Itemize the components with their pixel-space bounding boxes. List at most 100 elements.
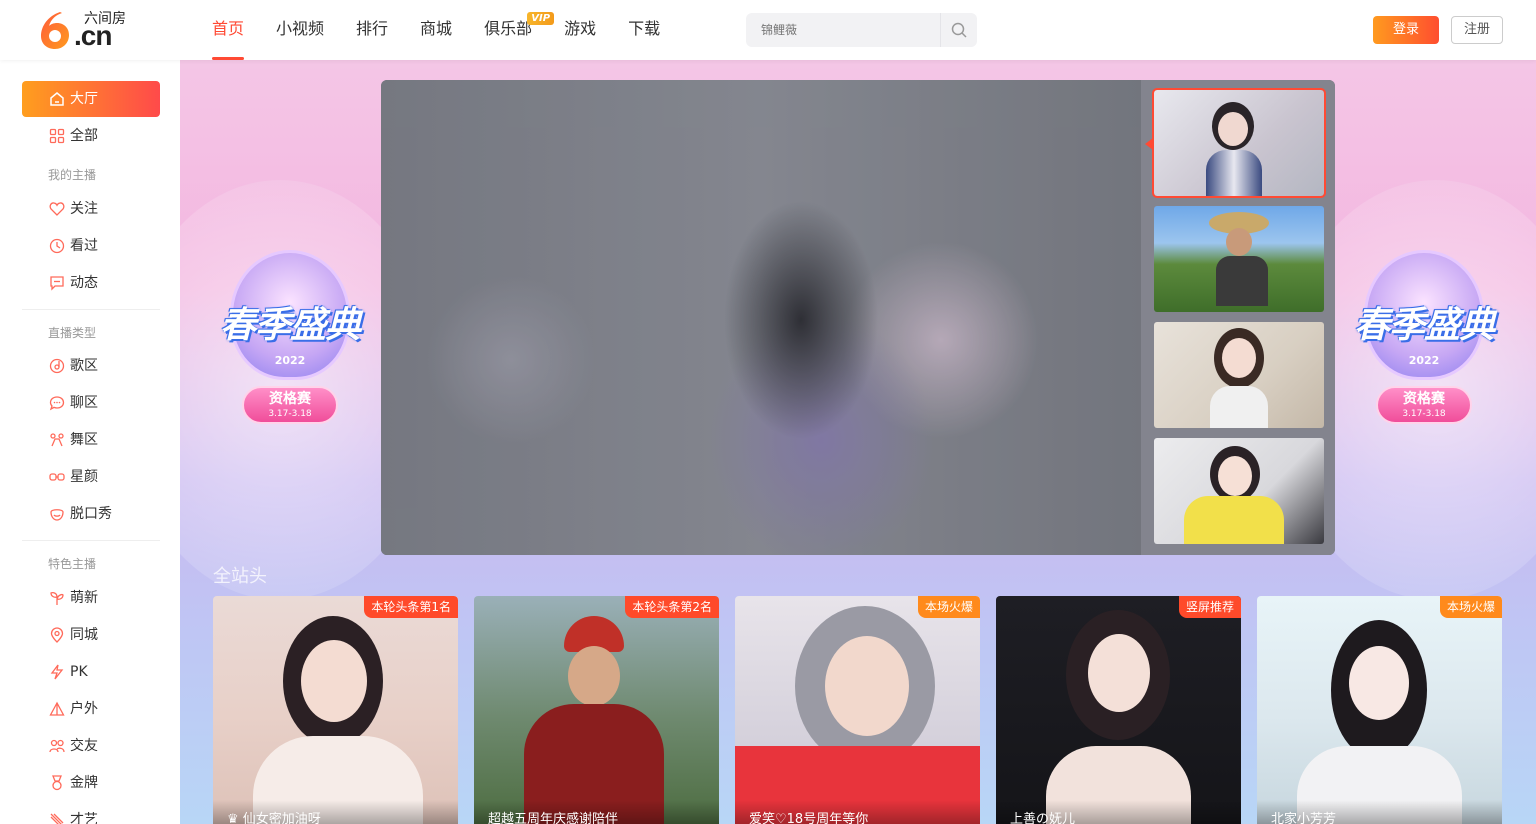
room-card[interactable]: 本场火爆 爱笑♡18号周年等你 xyxy=(735,596,980,824)
nav-club[interactable]: 俱乐部 VIP xyxy=(468,0,555,60)
logo-six-icon xyxy=(41,12,69,49)
thumbnail-face xyxy=(1218,112,1248,146)
sidebar-item-label: 金牌 xyxy=(70,775,98,791)
card-face xyxy=(1088,634,1150,712)
live-video-player[interactable] xyxy=(381,80,1335,555)
sidebar-item-label: 萌新 xyxy=(70,590,98,606)
sidebar-item-beauty[interactable]: 星颜 xyxy=(22,459,160,495)
card-badge: 本轮头条第1名 xyxy=(364,596,458,618)
location-icon xyxy=(50,627,64,643)
event-year: 2022 xyxy=(274,354,306,367)
sidebar-item-label: 才艺 xyxy=(70,812,98,824)
card-face xyxy=(1349,646,1409,720)
sidebar-item-friends[interactable]: 交友 xyxy=(22,728,160,764)
register-button[interactable]: 注册 xyxy=(1451,16,1503,44)
sidebar-item-newbie[interactable]: 萌新 xyxy=(22,580,160,616)
chat-icon xyxy=(49,396,65,411)
site-logo[interactable]: .cn 六间房 xyxy=(38,8,138,52)
event-stage-pill: 资格赛 3.17-3.18 xyxy=(1376,386,1472,424)
login-button[interactable]: 登录 xyxy=(1373,16,1439,44)
card-face xyxy=(568,646,620,706)
player-thumbnail[interactable] xyxy=(1154,206,1324,312)
event-title: 春季盛典 xyxy=(219,305,361,346)
nav-games[interactable]: 游戏 xyxy=(548,0,612,60)
thumbnail-body xyxy=(1184,496,1284,544)
card-face xyxy=(825,636,909,736)
sidebar-item-label: 户外 xyxy=(70,701,98,717)
search-icon xyxy=(951,22,967,38)
card-badge: 本轮头条第2名 xyxy=(625,596,719,618)
nav-home[interactable]: 首页 xyxy=(196,0,260,60)
nav-mall-label: 商城 xyxy=(420,19,453,38)
smile-icon xyxy=(50,509,64,521)
sidebar-item-all[interactable]: 全部 xyxy=(22,118,160,154)
card-streamer-name: 北家小芳芳 xyxy=(1257,800,1502,824)
search-button[interactable] xyxy=(940,13,977,47)
sidebar-item-label: 脱口秀 xyxy=(70,506,112,522)
event-title: 春季盛典 xyxy=(1353,305,1495,346)
video-preview-blurred[interactable] xyxy=(381,80,1141,555)
nav-short-video[interactable]: 小视频 xyxy=(260,0,340,60)
thumbnail-face xyxy=(1218,456,1252,496)
glasses-icon xyxy=(49,473,65,481)
sidebar-item-history[interactable]: 看过 xyxy=(22,228,160,264)
card-streamer-name: ♛ 仙女密加油呀 xyxy=(213,800,458,824)
nav-games-label: 游戏 xyxy=(564,19,597,38)
sidebar-item-feed[interactable]: 动态 xyxy=(22,265,160,301)
card-badge: 竖屏推荐 xyxy=(1178,596,1241,618)
dance-icon xyxy=(50,433,64,447)
sidebar-item-label: 交友 xyxy=(70,738,98,754)
grid-icon xyxy=(49,128,65,144)
room-card[interactable]: 本轮头条第2名 超越五周年庆感谢陪伴 xyxy=(474,596,719,824)
nav-ranking-label: 排行 xyxy=(356,19,389,38)
sidebar-group-title: 我的主播 xyxy=(48,168,97,182)
nav-download[interactable]: 下载 xyxy=(612,0,676,60)
event-banner-right[interactable]: 春季盛典 2022 资格赛 3.17-3.18 xyxy=(1334,240,1514,440)
player-thumbnail[interactable] xyxy=(1154,322,1324,428)
nav-mall[interactable]: 商城 xyxy=(404,0,468,60)
event-stage-pill: 资格赛 3.17-3.18 xyxy=(242,386,338,424)
sidebar-item-follow[interactable]: 关注 xyxy=(22,191,160,227)
room-card[interactable]: 本场火爆 北家小芳芳 xyxy=(1257,596,1502,824)
sidebar-item-pk[interactable]: PK xyxy=(22,654,160,690)
player-thumbnail[interactable] xyxy=(1154,438,1324,544)
player-thumbnail-list xyxy=(1141,80,1335,555)
sidebar-item-talkshow[interactable]: 脱口秀 xyxy=(22,496,160,532)
sidebar-item-label: PK xyxy=(70,664,88,680)
lightning-icon xyxy=(50,664,64,680)
room-card[interactable]: 竖屏推荐 上善の妩儿 xyxy=(996,596,1241,824)
card-badge: 本场火爆 xyxy=(1439,596,1502,618)
sidebar-item-label: 歌区 xyxy=(70,358,98,374)
room-card[interactable]: 本轮头条第1名 ♛ 仙女密加油呀 xyxy=(213,596,458,824)
active-thumb-arrow xyxy=(1145,138,1153,150)
event-stage: 资格赛 xyxy=(269,391,311,407)
sidebar-item-label: 同城 xyxy=(70,627,98,643)
main-content: 春季盛典 2022 资格赛 3.17-3.18 春季盛典 2022 资格赛 3.… xyxy=(180,60,1536,824)
event-dates: 3.17-3.18 xyxy=(268,409,312,419)
home-icon xyxy=(50,92,64,106)
player-thumbnail[interactable] xyxy=(1152,88,1326,198)
sprout-icon xyxy=(50,591,64,605)
sidebar-item-dance[interactable]: 舞区 xyxy=(22,422,160,458)
event-banner-left[interactable]: 春季盛典 2022 资格赛 3.17-3.18 xyxy=(200,240,380,440)
sidebar-item-label: 大厅 xyxy=(70,91,98,107)
sidebar-item-outdoor[interactable]: 户外 xyxy=(22,691,160,727)
tent-icon xyxy=(49,701,65,716)
logo-brand-name: 六间房 xyxy=(84,11,126,27)
sidebar-item-lobby[interactable]: 大厅 xyxy=(22,81,160,117)
sidebar-item-local[interactable]: 同城 xyxy=(22,617,160,653)
sidebar-item-talent[interactable]: 才艺 xyxy=(22,802,160,824)
nav-ranking[interactable]: 排行 xyxy=(340,0,404,60)
sidebar-item-gold[interactable]: 金牌 xyxy=(22,765,160,801)
nav-home-label: 首页 xyxy=(212,19,245,38)
sidebar-item-singing[interactable]: 歌区 xyxy=(22,348,160,384)
card-streamer-name: 上善の妩儿 xyxy=(996,800,1241,824)
thumbnail-body xyxy=(1206,150,1262,196)
search-input[interactable] xyxy=(746,13,940,47)
sidebar-item-label: 全部 xyxy=(70,128,98,144)
sidebar-divider xyxy=(22,309,160,310)
sidebar-item-label: 星颜 xyxy=(70,469,98,485)
nav-download-label: 下载 xyxy=(628,19,661,38)
sidebar-item-chat[interactable]: 聊区 xyxy=(22,385,160,421)
sidebar-item-label: 关注 xyxy=(70,201,98,217)
